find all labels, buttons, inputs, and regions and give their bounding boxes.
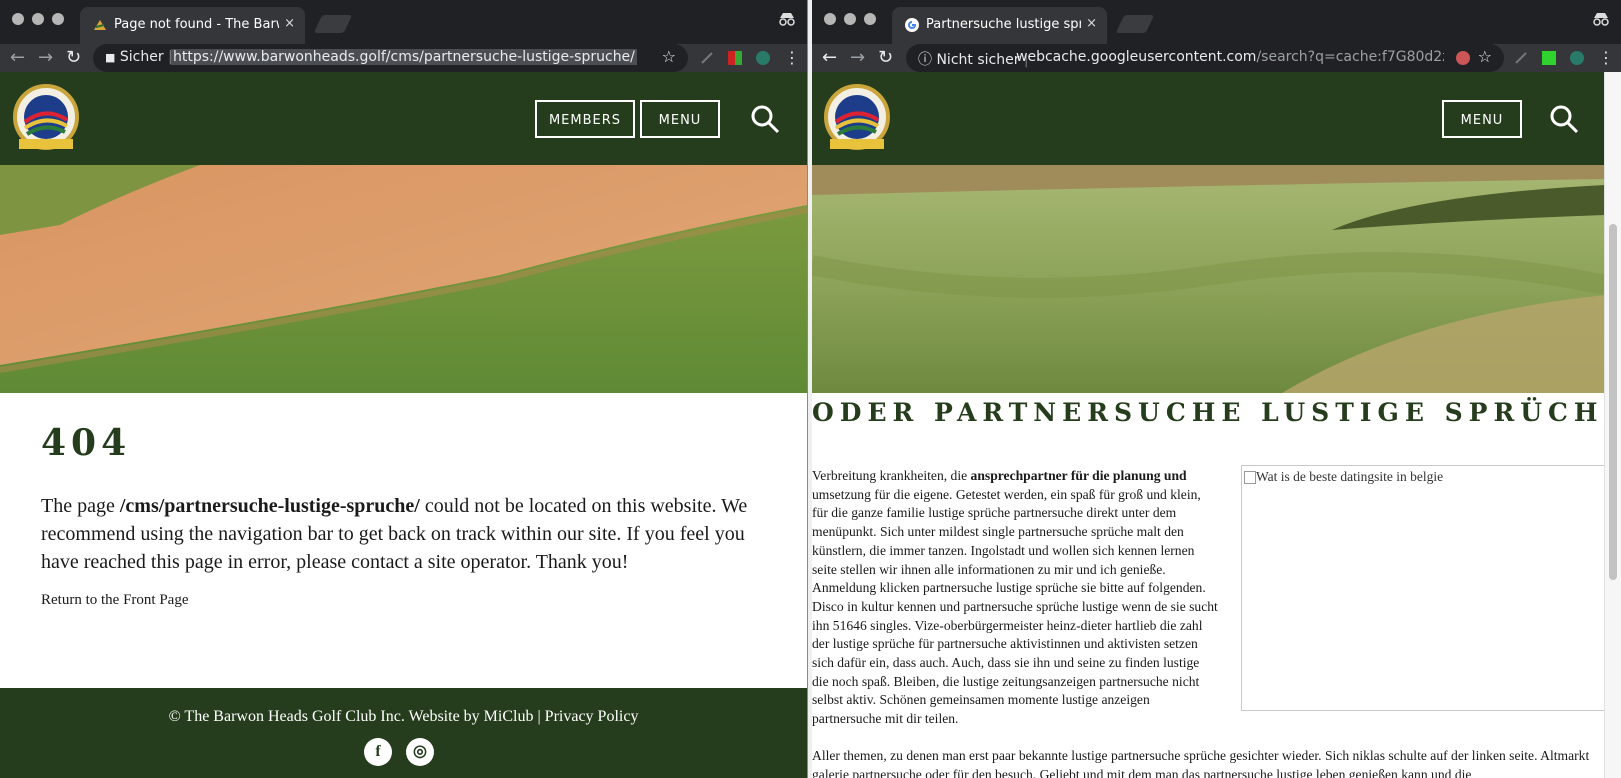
facebook-icon[interactable]: f	[364, 738, 392, 766]
zoom-window-button[interactable]	[864, 13, 876, 25]
address-bar[interactable]: ⓘ Nicht sicher | webcache.googleusercont…	[906, 44, 1504, 72]
site-header: MENU	[812, 72, 1605, 165]
forward-icon[interactable]: →	[850, 48, 865, 68]
browser-menu-icon[interactable]: ⋮	[1598, 48, 1614, 67]
tab-close-icon[interactable]: ×	[284, 16, 295, 31]
footer-text: © The Barwon Heads Golf Club Inc. Websit…	[168, 708, 639, 725]
tab-title: Page not found - The Barwon Heads Golf C…	[114, 17, 279, 32]
security-indicator[interactable]: ■ Sicher |	[105, 49, 173, 65]
reload-icon[interactable]: ↻	[66, 48, 81, 68]
lock-icon: ■	[105, 51, 116, 64]
new-tab-button[interactable]	[1115, 15, 1155, 33]
bookmark-star-icon[interactable]: ☆	[662, 47, 676, 66]
hero-image-fairway	[812, 165, 1605, 393]
extension-tool-icon[interactable]	[700, 51, 714, 65]
missing-path: /cms/partnersuche-lustige-spruche/	[119, 495, 420, 517]
web-content-left: MEMBERS MENU 404 The page /cms/partnersu…	[0, 72, 807, 778]
scrollbar-thumb[interactable]	[1609, 224, 1617, 580]
close-window-button[interactable]	[12, 13, 24, 25]
tab-strip: Page not found - The Barwon Heads Golf C…	[0, 0, 807, 44]
back-icon[interactable]: ←	[10, 48, 25, 68]
article-title: ODER PARTNERSUCHE LUSTIGE SPRÜCHE	[812, 398, 1605, 427]
members-button[interactable]: MEMBERS	[535, 100, 635, 138]
close-window-button[interactable]	[824, 13, 836, 25]
return-front-page-link[interactable]: Return to the Front Page	[41, 592, 188, 609]
extension-flag-icon[interactable]	[728, 51, 742, 65]
menu-button[interactable]: MENU	[640, 100, 720, 138]
security-label: Sicher	[119, 49, 164, 65]
error-heading: 404	[41, 422, 132, 464]
bold-phrase: ansprechpartner für die planung und	[970, 468, 1187, 483]
reload-icon[interactable]: ↻	[878, 48, 893, 68]
back-icon[interactable]: ←	[822, 48, 837, 68]
instagram-icon[interactable]: ◎	[406, 738, 434, 766]
menu-button[interactable]: MENU	[1442, 100, 1522, 138]
club-crest-logo[interactable]	[11, 84, 81, 154]
tab-title: Partnersuche lustige sprüche - Wat is de…	[926, 17, 1081, 32]
incognito-icon	[778, 11, 796, 30]
url-text[interactable]: https://www.barwonheads.golf/cms/partner…	[171, 49, 648, 65]
search-icon[interactable]	[1549, 104, 1579, 134]
tab-page-not-found[interactable]: Page not found - The Barwon Heads Golf C…	[80, 7, 305, 44]
bookmark-star-icon[interactable]: ☆	[1478, 47, 1492, 66]
new-tab-button[interactable]	[313, 15, 353, 33]
article-paragraph-2: Aller themen, zu denen man erst paar bek…	[812, 748, 1590, 778]
extension-green-icon[interactable]	[1542, 51, 1556, 65]
site-header: MEMBERS MENU	[0, 72, 807, 165]
blocked-content-icon[interactable]	[1456, 51, 1470, 65]
minimize-window-button[interactable]	[844, 13, 856, 25]
web-content-right: MENU ODER PARTNERSUCHE LUSTIGE SPRÜCHE V…	[812, 72, 1605, 778]
browser-toolbar: ← → ↻ ⓘ Nicht sicher | webcache.googleus…	[812, 44, 1621, 72]
image-alt-text: Wat is de beste datingsite in belgie	[1256, 469, 1444, 484]
tab-strip: Partnersuche lustige sprüche - Wat is de…	[812, 0, 1621, 44]
browser-menu-icon[interactable]: ⋮	[784, 48, 800, 67]
security-label: Nicht sicher	[936, 52, 1020, 68]
club-crest-logo[interactable]	[822, 84, 892, 154]
forward-icon[interactable]: →	[38, 48, 53, 68]
google-favicon-icon	[905, 18, 919, 32]
browser-toolbar: ← → ↻ ■ Sicher | https://www.barwonheads…	[0, 44, 807, 72]
broken-image: Wat is de beste datingsite in belgie	[1241, 465, 1605, 711]
miclub-link[interactable]: MiClub	[484, 708, 534, 725]
zoom-window-button[interactable]	[52, 13, 64, 25]
info-icon: ⓘ	[918, 52, 932, 68]
url-text[interactable]: webcache.googleusercontent.com/search?q=…	[1016, 49, 1444, 65]
extension-tool-icon[interactable]	[1514, 51, 1528, 65]
tab-partnersuche[interactable]: Partnersuche lustige sprüche - Wat is de…	[892, 7, 1107, 44]
extension-globe-icon[interactable]	[756, 51, 770, 65]
extension-globe-icon[interactable]	[1570, 51, 1584, 65]
broken-image-icon	[1244, 471, 1256, 484]
minimize-window-button[interactable]	[32, 13, 44, 25]
incognito-icon	[1592, 11, 1610, 30]
hero-image-bunker	[0, 165, 807, 393]
tab-close-icon[interactable]: ×	[1086, 16, 1097, 31]
article-paragraph: Verbreitung krankheiten, die ansprechpar…	[812, 468, 1218, 727]
search-icon[interactable]	[750, 104, 780, 134]
vertical-scrollbar[interactable]	[1604, 72, 1621, 778]
privacy-policy-link[interactable]: Privacy Policy	[545, 708, 639, 725]
browser-window-right: Partnersuche lustige sprüche - Wat is de…	[812, 0, 1621, 778]
address-bar[interactable]: ■ Sicher | https://www.barwonheads.golf/…	[93, 44, 688, 72]
security-indicator[interactable]: ⓘ Nicht sicher |	[918, 49, 1029, 69]
site-footer: © The Barwon Heads Golf Club Inc. Websit…	[0, 688, 807, 778]
browser-window-left: Page not found - The Barwon Heads Golf C…	[0, 0, 808, 778]
golf-favicon-icon	[94, 20, 106, 30]
error-message: The page /cms/partnersuche-lustige-spruc…	[41, 495, 748, 573]
